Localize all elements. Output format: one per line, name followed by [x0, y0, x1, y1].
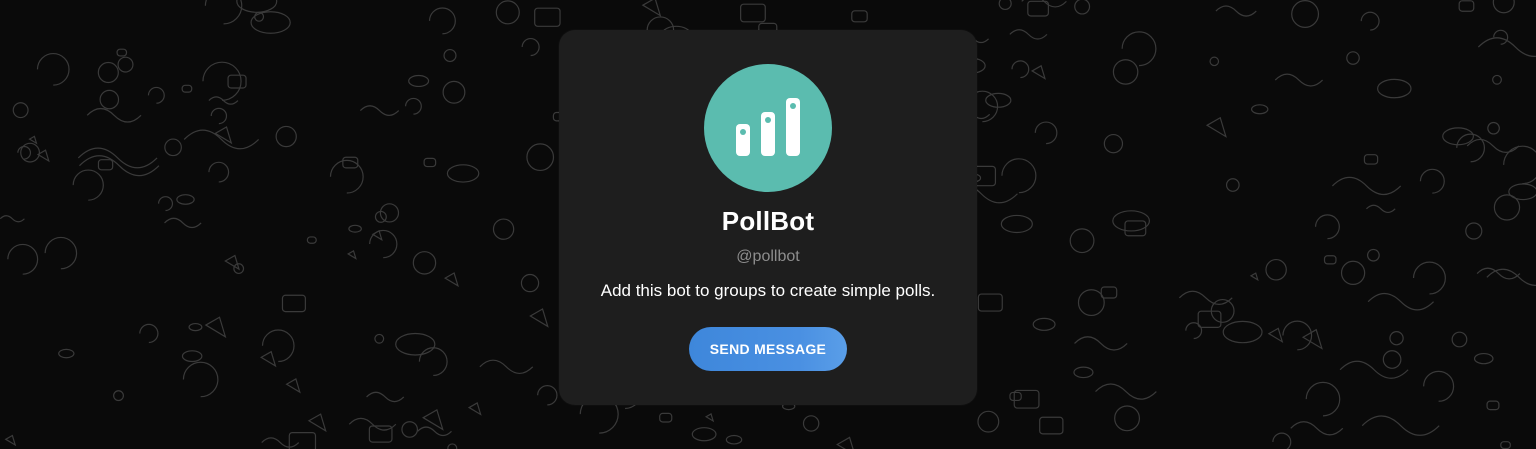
bot-username: @pollbot: [736, 248, 800, 265]
bot-profile-card: PollBot @pollbot Add this bot to groups …: [559, 30, 977, 405]
bot-name: PollBot: [721, 206, 815, 236]
bot-description: Add this bot to groups to create simple …: [600, 281, 936, 300]
bar-chart-icon: [736, 98, 800, 156]
send-message-button[interactable]: SEND MESSAGE: [689, 327, 847, 371]
bot-avatar: [704, 64, 832, 192]
